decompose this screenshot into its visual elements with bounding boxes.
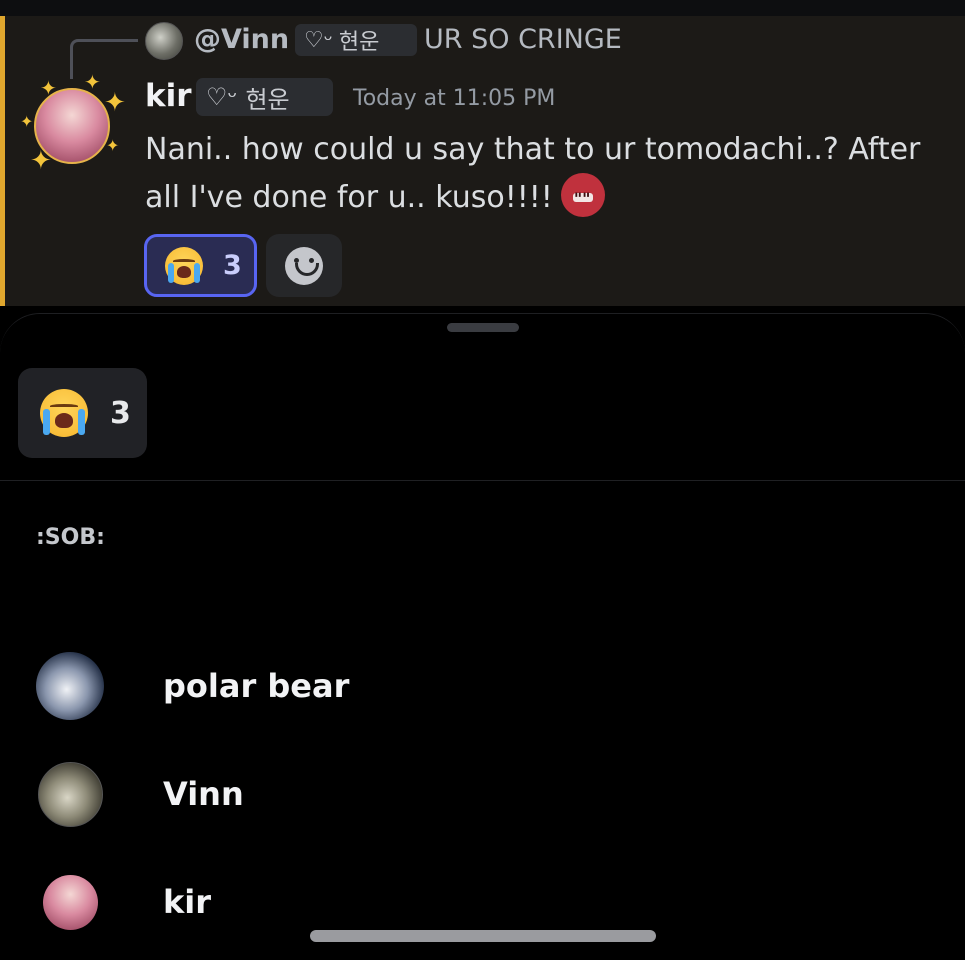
angry-face-emoji [560,173,605,222]
message-content: Nani.. how could u say that to ur tomoda… [145,126,945,222]
sheet-drag-handle[interactable] [447,323,519,332]
avatar [43,874,98,930]
reply-preview-text[interactable]: UR SO CRINGE [424,24,622,55]
author-tag[interactable]: ♡ᵕ 현운 [196,78,333,116]
avatar [38,761,103,827]
reactor-row[interactable]: Vinn [0,754,965,834]
author-name[interactable]: kir [145,78,192,114]
author-tag-text: 현운 [245,85,290,114]
sparkle-icon: ✦ [106,136,120,155]
reaction-sob-button[interactable]: 3 [144,234,257,297]
reaction-count: 3 [223,250,242,281]
reactor-row[interactable]: polar bear [0,646,965,726]
add-reaction-icon [285,246,323,285]
sparkle-icon: ✦ [20,112,34,131]
reactor-name: kir [163,883,212,921]
reply-connector [70,39,138,79]
sparkle-icon: ✦ [104,88,126,118]
reply-author-name[interactable]: @Vinn [194,24,289,55]
home-indicator[interactable] [310,930,656,942]
reaction-tab-sob[interactable]: 3 [18,368,147,458]
status-strip [0,0,965,16]
author-avatar[interactable]: ✦ ✦ ✦ ✦ ✦ ✦ [20,72,126,176]
sparkle-icon: ✦ [30,146,52,176]
reactions-sheet: 3 :SOB: polar bear Vinn kir [0,313,965,960]
reaction-tab-count: 3 [110,395,131,431]
divider [0,480,965,481]
heart-icon: ♡ᵕ [304,27,333,53]
heart-icon: ♡ᵕ [206,83,238,111]
emoji-shortcode: :SOB: [36,525,105,550]
avatar [36,652,104,720]
sob-emoji [165,246,203,285]
sob-emoji [40,389,88,437]
add-reaction-button[interactable] [266,234,342,297]
reactor-name: polar bear [163,667,350,705]
sparkle-icon: ✦ [40,76,57,100]
message-item[interactable]: @Vinn ♡ᵕ 현운 UR SO CRINGE ✦ ✦ ✦ ✦ ✦ ✦ kir… [0,16,965,306]
mention-highlight-bar [0,16,5,306]
reply-author-avatar[interactable] [145,22,183,60]
reply-author-tag[interactable]: ♡ᵕ 현운 [295,24,417,56]
reactor-name: Vinn [163,775,244,813]
sparkle-icon: ✦ [84,70,101,94]
message-text: Nani.. how could u say that to ur tomoda… [145,132,921,215]
reply-tag-text: 현운 [338,30,380,55]
message-timestamp: Today at 11:05 PM [353,86,556,111]
